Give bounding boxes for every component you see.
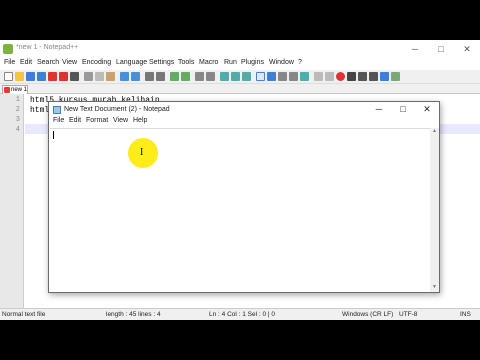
notepad-app-icon [53, 106, 61, 114]
close-all-icon[interactable] [59, 72, 68, 81]
npp-menu-view[interactable]: View [62, 59, 77, 66]
indent-guide-icon[interactable] [242, 72, 251, 81]
npp-menu-run[interactable]: Run [224, 59, 237, 66]
paste-icon[interactable] [106, 72, 115, 81]
notepad-minimize-button[interactable]: ─ [367, 102, 391, 117]
macro-panel-icon[interactable] [314, 72, 323, 81]
npp-tabbar: new 1 [0, 84, 480, 94]
npp-menu-file[interactable]: File [4, 59, 15, 66]
stop-record-icon[interactable] [347, 72, 356, 81]
line-number: 4 [15, 126, 20, 134]
status-position: Ln : 4 Col : 1 Sel : 0 | 0 [209, 311, 276, 318]
line-number-gutter: 1 2 3 4 [0, 94, 24, 308]
replace-icon[interactable] [156, 72, 165, 81]
save-macro-icon[interactable] [380, 72, 389, 81]
sync-v-icon[interactable] [195, 72, 204, 81]
tab-new-1[interactable]: new 1 [2, 85, 28, 94]
npp-close-button[interactable]: ✕ [454, 40, 480, 58]
cut-icon[interactable] [84, 72, 93, 81]
npp-toolbar [0, 70, 480, 84]
npp-titlebar: *new 1 - Notepad++ ─ □ ✕ [0, 40, 480, 58]
status-encoding[interactable]: UTF-8 [399, 311, 417, 318]
notepad-titlebar[interactable]: New Text Document (2) - Notepad ─ □ ✕ [49, 102, 439, 117]
npp-statusbar: Normal text file length : 45 lines : 4 L… [0, 308, 480, 320]
print-icon[interactable] [70, 72, 79, 81]
npp-menubar: File Edit Search View Encoding Language … [0, 58, 480, 70]
status-insert-mode: INS [460, 311, 471, 318]
npp-menu-window[interactable]: Window [269, 59, 294, 66]
panel-icon[interactable] [300, 72, 309, 81]
function-list-icon[interactable] [267, 72, 276, 81]
line-number: 3 [15, 116, 20, 124]
show-all-chars-icon[interactable] [231, 72, 240, 81]
npp-menu-edit[interactable]: Edit [20, 59, 32, 66]
unsaved-file-icon [4, 87, 10, 93]
close-file-icon[interactable] [48, 72, 57, 81]
npp-menu-help[interactable]: ? [298, 59, 302, 66]
doc-map-icon[interactable] [256, 72, 265, 81]
scroll-up-arrow-icon[interactable]: ▲ [430, 128, 439, 136]
notepad-menu-edit[interactable]: Edit [69, 117, 81, 124]
status-length: length : 45 lines : 4 [106, 311, 161, 318]
notepadpp-icon [3, 44, 13, 54]
monitoring-icon[interactable] [289, 72, 298, 81]
npp-menu-search[interactable]: Search [37, 59, 59, 66]
notepad-vertical-scrollbar[interactable]: ▲ ▼ [430, 128, 439, 292]
sync-h-icon[interactable] [206, 72, 215, 81]
npp-menu-encoding[interactable]: Encoding [82, 59, 111, 66]
find-icon[interactable] [145, 72, 154, 81]
npp-window-title: *new 1 - Notepad++ [16, 44, 79, 51]
text-caret [53, 131, 54, 139]
folder-workspace-icon[interactable] [278, 72, 287, 81]
status-file-type: Normal text file [2, 311, 46, 318]
code-line: html [30, 106, 50, 115]
line-number: 1 [15, 96, 20, 104]
zoom-in-icon[interactable] [170, 72, 179, 81]
save-icon[interactable] [26, 72, 35, 81]
npp-menu-language[interactable]: Language [116, 59, 147, 66]
play-multiple-icon[interactable] [369, 72, 378, 81]
scroll-down-arrow-icon[interactable]: ▼ [430, 284, 439, 292]
notepad-menu-help[interactable]: Help [133, 117, 147, 124]
spellcheck-icon[interactable] [391, 72, 400, 81]
notepad-menubar: File Edit Format View Help [49, 117, 439, 127]
npp-minimize-button[interactable]: ─ [402, 40, 428, 58]
open-file-icon[interactable] [15, 72, 24, 81]
screen: *new 1 - Notepad++ ─ □ ✕ File Edit Searc… [0, 40, 480, 320]
npp-menu-macro[interactable]: Macro [199, 59, 218, 66]
text-cursor-icon: I [140, 147, 144, 158]
line-number: 2 [15, 106, 20, 114]
notepad-window-title: New Text Document (2) - Notepad [64, 106, 170, 113]
undo-icon[interactable] [120, 72, 129, 81]
npp-maximize-button[interactable]: □ [428, 40, 454, 58]
notepad-menu-view[interactable]: View [113, 117, 128, 124]
notepad-maximize-button[interactable]: □ [391, 102, 415, 117]
redo-icon[interactable] [131, 72, 140, 81]
npp-menu-settings[interactable]: Settings [149, 59, 174, 66]
notepad-menu-file[interactable]: File [53, 117, 64, 124]
word-wrap-icon[interactable] [220, 72, 229, 81]
notepad-menu-format[interactable]: Format [86, 117, 108, 124]
play-macro-icon[interactable] [358, 72, 367, 81]
copy-icon[interactable] [95, 72, 104, 81]
notepad-close-button[interactable]: ✕ [415, 102, 439, 117]
notepad-window: New Text Document (2) - Notepad ─ □ ✕ Fi… [48, 101, 440, 293]
notepad-text-area[interactable] [50, 128, 430, 292]
save-all-icon[interactable] [37, 72, 46, 81]
record-macro-icon[interactable] [336, 72, 345, 81]
new-file-icon[interactable] [4, 72, 13, 81]
npp-menu-plugins[interactable]: Plugins [241, 59, 264, 66]
npp-menu-tools[interactable]: Tools [178, 59, 194, 66]
status-eol[interactable]: Windows (CR LF) [342, 311, 393, 318]
zoom-out-icon[interactable] [181, 72, 190, 81]
tab-label: new 1 [11, 87, 28, 93]
macro-list-icon[interactable] [325, 72, 334, 81]
